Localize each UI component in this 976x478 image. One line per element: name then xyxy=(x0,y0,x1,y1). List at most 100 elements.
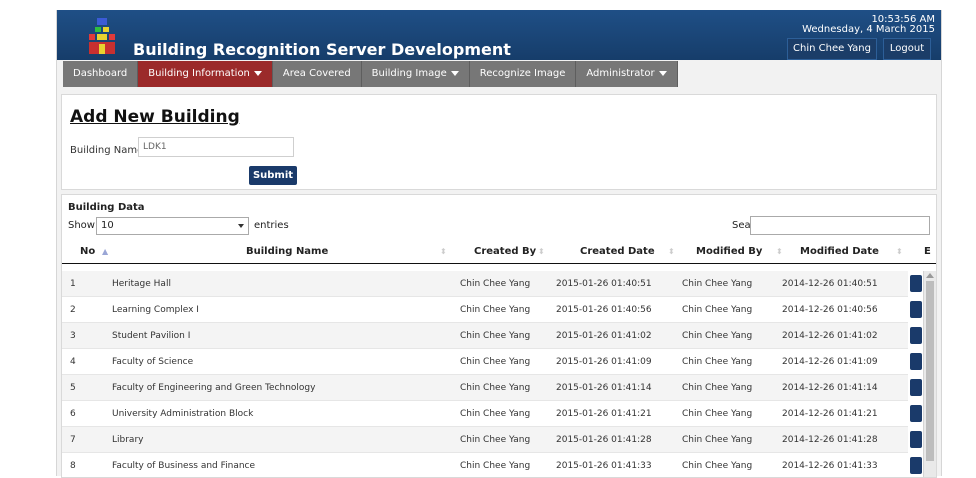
sort-icon: ⬍ xyxy=(776,247,783,256)
nav-building-information[interactable]: Building Information xyxy=(138,61,273,87)
table-row[interactable]: 2 Learning Complex I Chin Chee Yang 2015… xyxy=(62,297,922,323)
scroll-up-icon[interactable] xyxy=(926,273,934,278)
cell-created-by: Chin Chee Yang xyxy=(460,279,531,289)
cell-created-date: 2015-01-26 01:40:51 xyxy=(556,279,652,289)
building-data-panel: Building Data Show 10 entries Search: No… xyxy=(61,194,937,478)
cell-modified-date: 2014-12-26 01:40:51 xyxy=(782,279,878,289)
cell-building-name: Heritage Hall xyxy=(112,279,171,289)
user-button[interactable]: Chin Chee Yang xyxy=(787,38,877,60)
search-input[interactable] xyxy=(750,216,930,235)
cell-modified-by: Chin Chee Yang xyxy=(682,409,753,419)
table-row[interactable]: 8 Faculty of Business and Finance Chin C… xyxy=(62,453,922,477)
building-name-label: Building Name xyxy=(70,145,144,156)
sort-icon: ⬍ xyxy=(538,247,545,256)
sort-icon: ⬍ xyxy=(896,247,903,256)
cell-modified-by: Chin Chee Yang xyxy=(682,461,753,471)
cell-building-name: Student Pavilion I xyxy=(112,331,191,341)
entries-label: entries xyxy=(254,220,289,231)
cell-modified-date: 2014-12-26 01:41:28 xyxy=(782,435,878,445)
cell-modified-date: 2014-12-26 01:41:09 xyxy=(782,357,878,367)
nav-building-image[interactable]: Building Image xyxy=(361,61,470,87)
edit-button[interactable] xyxy=(910,353,922,370)
cell-created-by: Chin Chee Yang xyxy=(460,461,531,471)
cell-building-name: Faculty of Science xyxy=(112,357,194,367)
cell-modified-by: Chin Chee Yang xyxy=(682,357,753,367)
page-length-value: 10 xyxy=(101,220,114,231)
cell-modified-date: 2014-12-26 01:41:02 xyxy=(782,331,878,341)
cell-building-name: Faculty of Engineering and Green Technol… xyxy=(112,383,316,393)
edit-button[interactable] xyxy=(910,457,922,474)
edit-button[interactable] xyxy=(910,327,922,344)
col-modified-by[interactable]: Modified By xyxy=(696,246,762,257)
cell-modified-date: 2014-12-26 01:41:33 xyxy=(782,461,878,471)
building-name-input[interactable] xyxy=(138,137,294,157)
cell-no: 2 xyxy=(70,305,76,315)
caret-down-icon xyxy=(450,70,459,76)
edit-button[interactable] xyxy=(910,379,922,396)
add-building-panel: Add New Building Building Name Submit xyxy=(61,94,937,190)
sort-icon: ⬍ xyxy=(668,247,675,256)
browser-frame: Building Recognition Server Development … xyxy=(0,0,976,478)
cell-modified-date: 2014-12-26 01:41:14 xyxy=(782,383,878,393)
nav-label: Administrator xyxy=(586,68,655,79)
nav-area-covered[interactable]: Area Covered xyxy=(272,61,362,87)
cell-modified-by: Chin Chee Yang xyxy=(682,279,753,289)
table-row[interactable]: 3 Student Pavilion I Chin Chee Yang 2015… xyxy=(62,323,922,349)
form-title: Add New Building xyxy=(70,107,240,127)
col-modified-date[interactable]: Modified Date xyxy=(800,246,879,257)
caret-down-icon xyxy=(658,70,667,76)
table-row[interactable]: 7 Library Chin Chee Yang 2015-01-26 01:4… xyxy=(62,427,922,453)
table-row[interactable]: 5 Faculty of Engineering and Green Techn… xyxy=(62,375,922,401)
cell-modified-by: Chin Chee Yang xyxy=(682,305,753,315)
submit-button[interactable]: Submit xyxy=(249,166,297,185)
cell-created-date: 2015-01-26 01:40:56 xyxy=(556,305,652,315)
nav-administrator[interactable]: Administrator xyxy=(576,61,678,87)
col-building-name[interactable]: Building Name xyxy=(246,246,328,257)
logout-button[interactable]: Logout xyxy=(883,38,931,60)
cell-no: 1 xyxy=(70,279,76,289)
edit-button[interactable] xyxy=(910,431,922,448)
table-row[interactable]: 6 University Administration Block Chin C… xyxy=(62,401,922,427)
cell-building-name: Faculty of Business and Finance xyxy=(112,461,256,471)
col-edit[interactable]: E xyxy=(924,246,931,257)
cell-building-name: University Administration Block xyxy=(112,409,254,419)
nav-recognize-image[interactable]: Recognize Image xyxy=(469,61,577,87)
nav-label: Dashboard xyxy=(73,68,128,79)
edit-button[interactable] xyxy=(910,275,922,292)
col-created-date[interactable]: Created Date xyxy=(580,246,655,257)
nav-label: Building Image xyxy=(371,68,447,79)
cell-modified-by: Chin Chee Yang xyxy=(682,331,753,341)
clock: 10:53:56 AM Wednesday, 4 March 2015 xyxy=(802,15,935,35)
cell-no: 7 xyxy=(70,435,76,445)
page-length-select[interactable]: 10 xyxy=(96,217,249,235)
scrollbar-thumb[interactable] xyxy=(926,281,934,461)
caret-down-icon xyxy=(253,70,262,76)
cell-created-date: 2015-01-26 01:41:28 xyxy=(556,435,652,445)
cell-no: 6 xyxy=(70,409,76,419)
nav-dashboard[interactable]: Dashboard xyxy=(63,61,139,87)
nav-label: Building Information xyxy=(148,68,250,79)
cell-created-by: Chin Chee Yang xyxy=(460,331,531,341)
table-scrollbar[interactable] xyxy=(923,271,936,477)
cell-building-name: Learning Complex I xyxy=(112,305,199,315)
col-created-by[interactable]: Created By xyxy=(474,246,536,257)
edit-button[interactable] xyxy=(910,405,922,422)
edit-button[interactable] xyxy=(910,301,922,318)
cell-modified-by: Chin Chee Yang xyxy=(682,383,753,393)
main-nav: Dashboard Building Information Area Cove… xyxy=(63,61,678,87)
cell-created-date: 2015-01-26 01:41:33 xyxy=(556,461,652,471)
table-row[interactable]: 4 Faculty of Science Chin Chee Yang 2015… xyxy=(62,349,922,375)
cell-no: 8 xyxy=(70,461,76,471)
sort-icon: ▲ xyxy=(102,247,109,256)
cell-created-by: Chin Chee Yang xyxy=(460,357,531,367)
cell-created-date: 2015-01-26 01:41:09 xyxy=(556,357,652,367)
table-row[interactable]: 1 Heritage Hall Chin Chee Yang 2015-01-2… xyxy=(62,271,922,297)
show-label: Show xyxy=(68,220,95,231)
col-no[interactable]: No xyxy=(80,246,95,257)
table-header: No ▲ Building Name ⬍ Created By ⬍ Create… xyxy=(62,239,936,264)
cell-created-date: 2015-01-26 01:41:21 xyxy=(556,409,652,419)
cell-created-by: Chin Chee Yang xyxy=(460,305,531,315)
cell-created-by: Chin Chee Yang xyxy=(460,435,531,445)
cell-building-name: Library xyxy=(112,435,144,445)
cell-modified-date: 2014-12-26 01:40:56 xyxy=(782,305,878,315)
